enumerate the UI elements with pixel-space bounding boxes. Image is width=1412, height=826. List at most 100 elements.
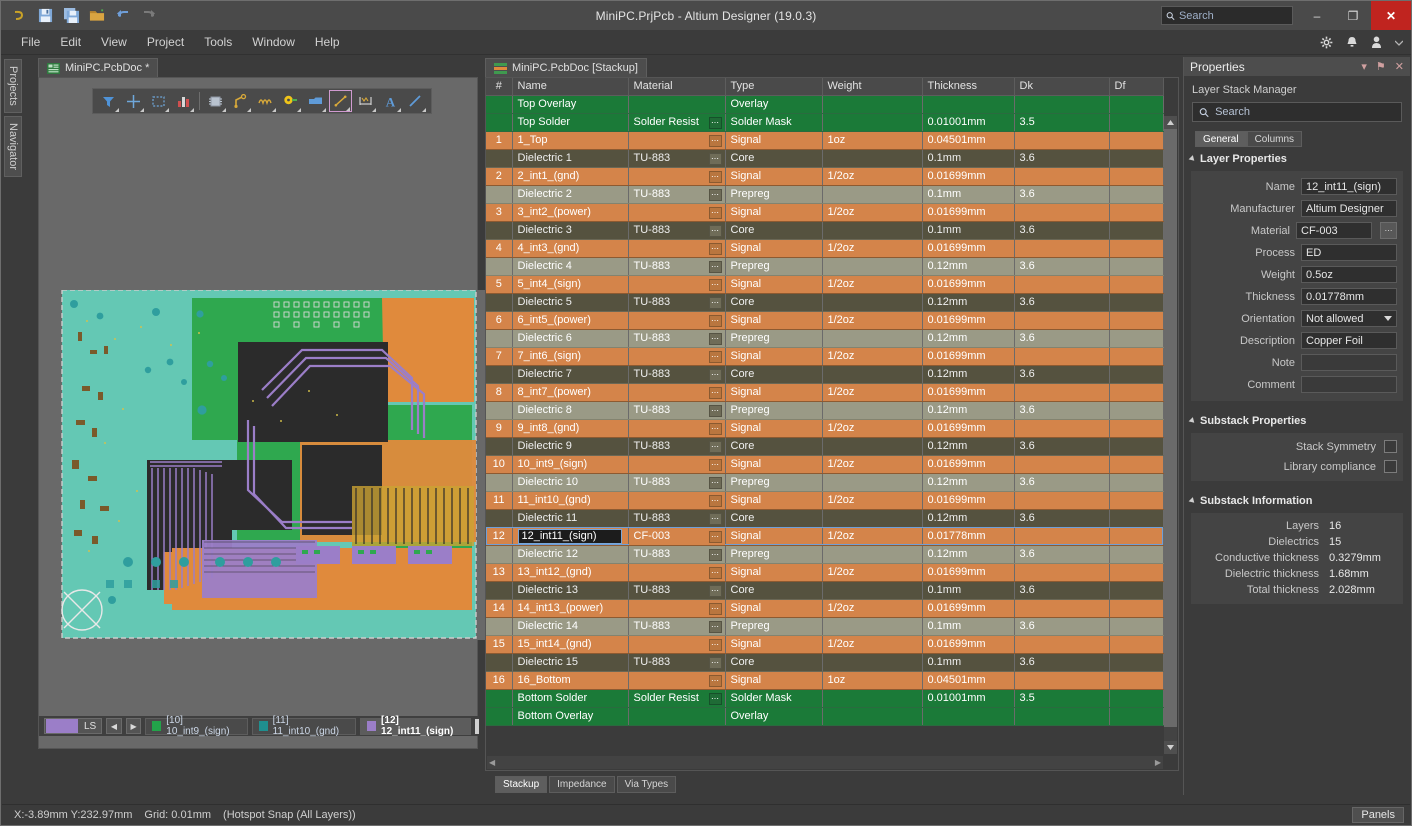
cell-material[interactable]: TU-883 ⋯	[628, 185, 726, 204]
cell-weight[interactable]	[822, 257, 923, 276]
material-picker-button[interactable]: ⋯	[708, 242, 722, 255]
column-header-type[interactable]: Type	[725, 78, 823, 96]
cell-dk[interactable]	[1014, 527, 1110, 546]
cell-dk[interactable]	[1014, 275, 1110, 294]
cell-dk[interactable]: 3.6	[1014, 401, 1110, 420]
cell-df[interactable]	[1109, 707, 1164, 726]
cell-weight[interactable]	[822, 509, 923, 528]
table-row[interactable]: Dielectric 8 TU-883 ⋯ Prepreg 0.12mm 3.6	[486, 401, 1164, 420]
cell-material[interactable]: Solder Resist ⋯	[628, 689, 726, 708]
table-row[interactable]: 2 2_int1_(gnd) ⋯ Signal 1/2oz 0.01699mm	[486, 167, 1164, 186]
cell-name[interactable]: Dielectric 6	[512, 329, 629, 348]
cell-name[interactable]: Top Overlay	[512, 95, 629, 114]
column-header-dk[interactable]: Dk	[1014, 78, 1110, 96]
cell-type[interactable]: Core	[725, 437, 823, 456]
cell-df[interactable]	[1109, 419, 1164, 438]
cell-name[interactable]: 6_int5_(power)	[512, 311, 629, 330]
material-picker-button[interactable]: ⋯	[708, 278, 722, 291]
cell-weight[interactable]	[822, 185, 923, 204]
material-picker-button[interactable]: ⋯	[708, 692, 722, 705]
menu-window[interactable]: Window	[242, 32, 305, 52]
cell-name[interactable]: Dielectric 2	[512, 185, 629, 204]
pin-icon[interactable]: ⚑	[1376, 60, 1386, 73]
pcb-board-render[interactable]	[52, 289, 486, 640]
cell-name[interactable]: 8_int7_(power)	[512, 383, 629, 402]
cell-df[interactable]	[1109, 401, 1164, 420]
table-row[interactable]: Dielectric 10 TU-883 ⋯ Prepreg 0.12mm 3.6	[486, 473, 1164, 492]
cell-material[interactable]	[628, 95, 726, 114]
cell-dk[interactable]	[1014, 239, 1110, 258]
layer-prev-button[interactable]: ◀	[106, 718, 122, 734]
material-picker-button[interactable]: ⋯	[708, 206, 722, 219]
cell-dk[interactable]: 3.6	[1014, 293, 1110, 312]
cell-index[interactable]	[486, 365, 513, 384]
line-icon[interactable]	[404, 90, 427, 112]
cell-df[interactable]	[1109, 347, 1164, 366]
cell-material[interactable]: TU-883 ⋯	[628, 437, 726, 456]
cell-name[interactable]: Bottom Solder	[512, 689, 629, 708]
cell-thickness[interactable]	[922, 707, 1015, 726]
table-row[interactable]: Dielectric 6 TU-883 ⋯ Prepreg 0.12mm 3.6	[486, 329, 1164, 348]
material-picker-button[interactable]: ⋯	[708, 584, 722, 597]
table-row[interactable]: Dielectric 5 TU-883 ⋯ Core 0.12mm 3.6	[486, 293, 1164, 312]
scroll-up-arrow[interactable]	[1164, 116, 1177, 129]
global-search-input[interactable]	[1178, 9, 1288, 22]
cell-dk[interactable]: 3.6	[1014, 581, 1110, 600]
cell-thickness[interactable]: 0.01001mm	[922, 689, 1015, 708]
cell-name[interactable]: Dielectric 3	[512, 221, 629, 240]
cell-df[interactable]	[1109, 689, 1164, 708]
cell-thickness[interactable]: 0.12mm	[922, 437, 1015, 456]
table-row[interactable]: Dielectric 1 TU-883 ⋯ Core 0.1mm 3.6	[486, 149, 1164, 168]
cell-type[interactable]: Solder Mask	[725, 689, 823, 708]
cell-name[interactable]: 3_int2_(power)	[512, 203, 629, 222]
cell-material[interactable]: TU-883 ⋯	[628, 581, 726, 600]
cell-weight[interactable]	[822, 401, 923, 420]
undo-icon[interactable]	[113, 6, 133, 26]
cell-index[interactable]	[486, 509, 513, 528]
cell-type[interactable]: Signal	[725, 635, 823, 654]
layer-next-button[interactable]: ▶	[125, 718, 142, 734]
cell-name[interactable]: 5_int4_(sign)	[512, 275, 629, 294]
global-search[interactable]	[1161, 6, 1293, 25]
cell-index[interactable]	[486, 473, 513, 492]
orientation-dropdown[interactable]: Not allowed	[1301, 310, 1397, 327]
cell-type[interactable]: Prepreg	[725, 545, 823, 564]
cell-index[interactable]: 10	[486, 455, 513, 474]
cell-weight[interactable]: 1/2oz	[822, 203, 923, 222]
section-layer-properties[interactable]: Layer Properties	[1184, 147, 1410, 169]
material-picker-button[interactable]: ⋯	[708, 530, 722, 543]
cell-df[interactable]	[1109, 203, 1164, 222]
cell-thickness[interactable]: 0.12mm	[922, 365, 1015, 384]
cell-thickness[interactable]: 0.12mm	[922, 257, 1015, 276]
cell-thickness[interactable]: 0.1mm	[922, 149, 1015, 168]
user-icon[interactable]	[1371, 36, 1382, 49]
cell-thickness[interactable]: 0.1mm	[922, 221, 1015, 240]
tab-via-types[interactable]: Via Types	[616, 775, 677, 793]
cell-df[interactable]	[1109, 563, 1164, 582]
material-picker-button[interactable]: ⋯	[708, 422, 722, 435]
cell-thickness[interactable]: 0.1mm	[922, 185, 1015, 204]
cell-df[interactable]	[1109, 635, 1164, 654]
cell-dk[interactable]: 3.6	[1014, 257, 1110, 276]
cell-index[interactable]: 14	[486, 599, 513, 618]
cell-material[interactable]: ⋯	[628, 275, 726, 294]
material-picker-button[interactable]: ⋯	[708, 116, 722, 129]
cell-dk[interactable]	[1014, 383, 1110, 402]
cell-type[interactable]: Signal	[725, 671, 823, 690]
cell-type[interactable]: Signal	[725, 491, 823, 510]
comment-field[interactable]	[1301, 376, 1397, 393]
cell-dk[interactable]: 3.6	[1014, 365, 1110, 384]
cell-material[interactable]: TU-883 ⋯	[628, 401, 726, 420]
table-row[interactable]: Dielectric 12 TU-883 ⋯ Prepreg 0.12mm 3.6	[486, 545, 1164, 564]
cell-index[interactable]	[486, 95, 513, 114]
cell-name[interactable]: 16_Bottom	[512, 671, 629, 690]
material-picker-button[interactable]: ⋯	[708, 602, 722, 615]
cell-df[interactable]	[1109, 185, 1164, 204]
material-picker-button[interactable]: ⋯	[708, 656, 722, 669]
cell-material[interactable]: TU-883 ⋯	[628, 509, 726, 528]
cell-dk[interactable]	[1014, 707, 1110, 726]
cell-df[interactable]	[1109, 167, 1164, 186]
cell-dk[interactable]: 3.5	[1014, 113, 1110, 132]
cell-index[interactable]: 1	[486, 131, 513, 150]
cell-dk[interactable]	[1014, 491, 1110, 510]
